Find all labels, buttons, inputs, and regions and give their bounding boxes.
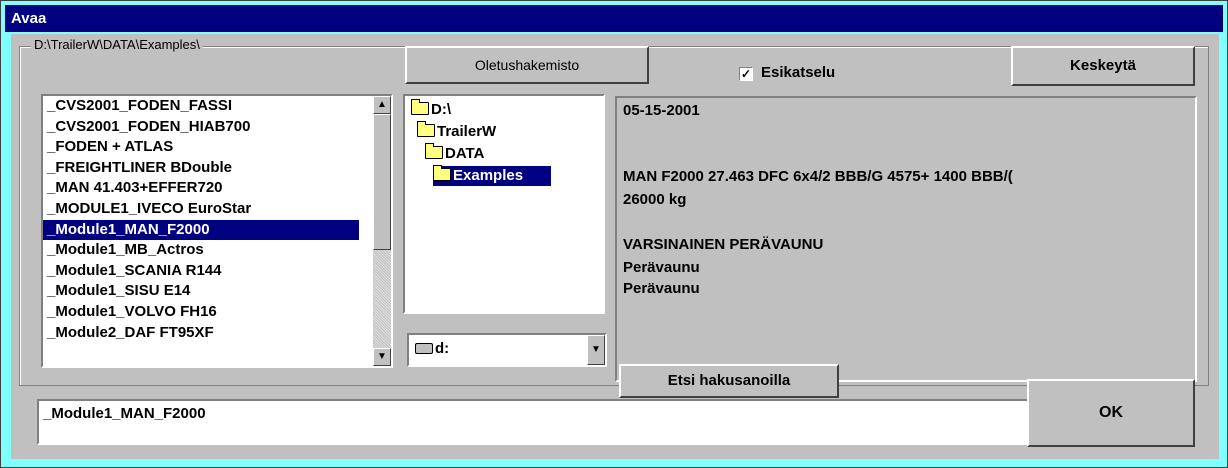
file-list-item[interactable]: _Module1_VOLVO FH16 [43,302,359,323]
preview-date: 05-15-2001 [623,102,700,119]
preview-panel: 05-15-2001 MAN F2000 27.463 DFC 6x4/2 BB… [615,96,1197,382]
search-keywords-button[interactable]: Etsi hakusanoilla [619,364,839,398]
folder-icon [417,121,435,137]
scroll-up-icon[interactable]: ▲ [373,96,391,114]
directory-label: Examples [453,167,524,184]
folder-icon [425,143,443,159]
chevron-down-icon[interactable]: ▼ [587,335,605,365]
directory-item[interactable]: DATA [425,143,485,164]
file-list-item[interactable]: _CVS2001_FODEN_HIAB700 [43,117,359,138]
dialog-title: Avaa [5,5,1223,32]
dialog-client-area: D:\TrailerW\DATA\Examples\ Oletushakemis… [11,34,1219,459]
preview-model: MAN F2000 27.463 DFC 6x4/2 BBB/G 4575+ 1… [623,168,1013,185]
open-dialog: Avaa D:\TrailerW\DATA\Examples\ Oletusha… [0,0,1228,468]
folder-icon [433,165,451,181]
cancel-button[interactable]: Keskeytä [1011,46,1195,86]
file-list-item[interactable]: _FODEN + ATLAS [43,137,359,158]
scroll-thumb[interactable] [373,114,391,250]
directory-label: D:\ [431,101,451,118]
filename-value: _Module1_MAN_F2000 [43,405,206,422]
drive-value: d: [435,340,450,357]
current-path-label: D:\TrailerW\DATA\Examples\ [31,37,203,52]
file-list-item[interactable]: _MAN 41.403+EFFER720 [43,178,359,199]
default-directory-button[interactable]: Oletushakemisto [405,46,649,84]
drive-icon [415,343,433,354]
preview-checkbox[interactable]: ✓ [739,67,753,81]
file-list: _CVS2001_FODEN_FASSI _CVS2001_FODEN_HIAB7… [43,96,359,366]
file-list-item[interactable]: _Module2_DAF FT95XF [43,323,359,344]
directory-item[interactable]: TrailerW [417,121,497,142]
preview-line-2: Perävaunu [623,280,700,297]
file-list-item[interactable]: _CVS2001_FODEN_FASSI [43,96,359,117]
directory-item[interactable]: D:\ [411,99,451,120]
preview-weight: 26000 kg [623,191,687,208]
directory-listbox[interactable]: D:\ TrailerW DATA Examples [403,94,605,314]
directory-label: DATA [445,145,485,162]
directory-label: TrailerW [437,123,497,140]
file-list-item[interactable]: _Module1_SCANIA R144 [43,261,359,282]
file-list-item[interactable]: _Module1_MB_Actros [43,240,359,261]
folder-icon [411,99,429,115]
scroll-down-icon[interactable]: ▼ [373,348,391,366]
preview-trailer-title: VARSINAINEN PERÄVAUNU [623,236,824,253]
file-list-item[interactable]: _MODULE1_IVECO EuroStar [43,199,359,220]
drive-combobox[interactable]: d: ▼ [407,333,607,367]
directory-item[interactable]: Examples [433,165,552,186]
ok-button[interactable]: OK [1027,379,1195,447]
file-list-item[interactable]: _FREIGHTLINER BDouble [43,158,359,179]
file-list-item[interactable]: _Module1_MAN_F2000 [43,219,359,241]
preview-checkbox-label: Esikatselu [761,64,836,81]
file-list-scrollbar[interactable]: ▲ ▼ [373,96,391,366]
file-list-item[interactable]: _Module1_SISU E14 [43,281,359,302]
filename-field[interactable]: _Module1_MAN_F2000 [37,399,1039,445]
file-listbox[interactable]: _CVS2001_FODEN_FASSI _CVS2001_FODEN_HIAB7… [41,94,393,368]
preview-line-1: Perävaunu [623,259,700,276]
